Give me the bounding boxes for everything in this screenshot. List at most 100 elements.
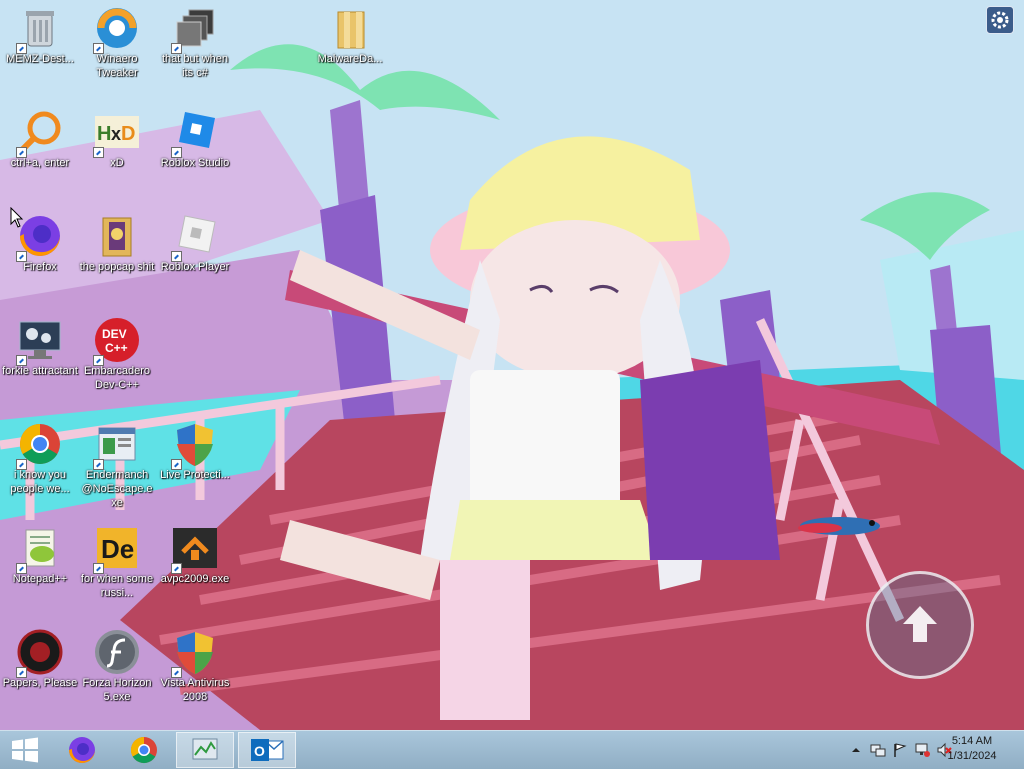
magnifier-app-icon <box>16 108 64 158</box>
desktop-icon-chrome[interactable]: i know you people we... <box>1 416 79 516</box>
shortcut-arrow-icon <box>16 563 27 574</box>
icon-label: Embarcadero Dev-C++ <box>83 365 151 391</box>
desktop-icon-that-but-when-its-c[interactable]: that but when its c# <box>156 0 234 100</box>
shortcut-arrow-icon <box>93 355 104 366</box>
svg-text:DEV: DEV <box>102 327 127 341</box>
taskbar-outlook[interactable]: O <box>238 732 296 768</box>
desktop-icon-dev-cpp[interactable]: DEV C++ Embarcadero Dev-C++ <box>78 312 156 412</box>
icon-label: Firefox <box>23 261 57 273</box>
desktop-icon-live-protection[interactable]: Live Protecti... <box>156 416 234 516</box>
clock-time: 5:14 AM <box>951 735 993 747</box>
network-status-icon[interactable] <box>914 742 930 758</box>
desktop-icon-avpc2009[interactable]: avpc2009.exe <box>156 520 234 620</box>
system-tray: 5:14 AM 1/31/2024 <box>824 731 1024 769</box>
desktop-icon-forza-horizon-5[interactable]: Forza Horizon 5.exe <box>78 624 156 724</box>
icon-label: Forza Horizon 5.exe <box>82 677 152 703</box>
svg-text:De: De <box>101 534 134 564</box>
shortcut-arrow-icon <box>93 459 104 470</box>
winaero-tweaker-icon <box>93 4 141 54</box>
icon-label: Papers, Please <box>2 677 78 689</box>
notepad-plus-plus-icon <box>16 524 64 574</box>
icon-label: avpc2009.exe <box>160 573 230 585</box>
avpc-house-icon <box>171 524 219 574</box>
svg-text:D: D <box>121 123 135 145</box>
taskbar-chrome[interactable] <box>118 732 170 768</box>
icon-label: MalwareDa... <box>317 53 383 65</box>
shortcut-arrow-icon <box>16 355 27 366</box>
roblox-player-icon <box>171 212 219 262</box>
shortcut-arrow-icon <box>171 147 182 158</box>
mouse-cursor-icon <box>10 207 24 228</box>
monitor-gear-icon <box>16 316 64 366</box>
chrome-icon <box>130 736 157 764</box>
shortcut-arrow-icon <box>171 251 182 262</box>
jump-button[interactable] <box>866 571 974 679</box>
chrome-icon <box>16 420 64 470</box>
shortcut-arrow-icon <box>171 563 182 574</box>
icon-label: the popcap shit <box>79 261 155 273</box>
up-arrow-icon <box>903 606 937 642</box>
de-app-icon: De <box>93 524 141 574</box>
icon-label: Winaero Tweaker <box>96 53 138 79</box>
hxd-icon: HxD <box>93 108 141 158</box>
icon-label: Vista Antivirus 2008 <box>160 677 230 703</box>
folder-icon <box>326 4 374 52</box>
desktop-icon-memz[interactable]: MEMZ-Dest... <box>1 0 79 100</box>
desktop-icon-popcap[interactable]: the popcap shit <box>78 208 156 308</box>
shortcut-arrow-icon <box>171 459 182 470</box>
windows-start-icon <box>12 737 38 763</box>
security-shield-icon <box>171 628 219 678</box>
flash-player-icon <box>93 628 141 676</box>
taskbar-task-manager[interactable] <box>176 732 234 768</box>
gear-icon[interactable] <box>986 6 1014 34</box>
icon-label: Roblox Studio <box>160 157 230 169</box>
desktop-icon-ctrl-a-enter[interactable]: ctrl+a, enter <box>1 104 79 204</box>
icon-label: Endermanch @NoEscape.exe <box>81 469 153 509</box>
clock[interactable]: 5:14 AM 1/31/2024 <box>942 734 1002 764</box>
svg-text:x: x <box>111 124 121 144</box>
start-button[interactable] <box>0 732 50 768</box>
desktop-icon-malwareda[interactable]: MalwareDa... <box>311 0 389 100</box>
action-center-flag-icon[interactable] <box>892 742 908 758</box>
desktop-icon-vista-antivirus-2008[interactable]: Vista Antivirus 2008 <box>156 624 234 724</box>
shortcut-arrow-icon <box>16 667 27 678</box>
taskbar-firefox[interactable] <box>56 732 108 768</box>
recycle-bin-icon <box>16 4 64 54</box>
window-app-icon <box>93 420 141 470</box>
desktop-icon-for-when-some-russi[interactable]: De for when some russi... <box>78 520 156 620</box>
outlook-icon: O <box>251 739 284 761</box>
show-hidden-icons-chevron[interactable] <box>848 742 864 758</box>
icon-label: ctrl+a, enter <box>10 157 70 169</box>
icon-label: that but when its c# <box>161 53 229 79</box>
desktop-icon-papers-please[interactable]: Papers, Please <box>1 624 79 724</box>
papers-please-icon <box>16 628 64 678</box>
desktop-icon-noescape[interactable]: Endermanch @NoEscape.exe <box>78 416 156 516</box>
task-manager-icon <box>192 738 218 760</box>
shortcut-arrow-icon <box>93 147 104 158</box>
shortcut-arrow-icon <box>16 459 27 470</box>
desktop-icon-xd[interactable]: HxD xD <box>78 104 156 204</box>
icon-label: Live Protecti... <box>160 469 230 481</box>
shortcut-arrow-icon <box>171 667 182 678</box>
icon-label: Roblox Player <box>160 261 230 273</box>
svg-text:O: O <box>254 743 265 759</box>
desktop-icon-winaero-tweaker[interactable]: Winaero Tweaker <box>78 0 156 100</box>
desktop: MEMZ-Dest... Winaero Tweaker that but wh… <box>0 0 1024 730</box>
svg-text:C++: C++ <box>105 341 128 355</box>
desktop-icon-roblox-player[interactable]: Roblox Player <box>156 208 234 308</box>
roblox-studio-icon <box>171 108 219 158</box>
popcap-folder-icon <box>93 212 141 260</box>
clock-date: 1/31/2024 <box>947 750 997 762</box>
stacked-windows-icon <box>171 4 219 54</box>
shortcut-arrow-icon <box>16 251 27 262</box>
desktop-icon-roblox-studio[interactable]: Roblox Studio <box>156 104 234 204</box>
dev-cpp-icon: DEV C++ <box>93 316 141 366</box>
shortcut-arrow-icon <box>93 43 104 54</box>
icon-label: xD <box>110 157 124 169</box>
desktop-icon-notepad-plus-plus[interactable]: Notepad++ <box>1 520 79 620</box>
icon-label: MEMZ-Dest... <box>6 53 74 65</box>
security-shield-icon <box>171 420 219 470</box>
desktop-icon-forkie-attractant[interactable]: forkie attractant <box>1 312 79 412</box>
icon-label: for when some russi... <box>80 573 154 599</box>
network-icon[interactable] <box>870 742 886 758</box>
